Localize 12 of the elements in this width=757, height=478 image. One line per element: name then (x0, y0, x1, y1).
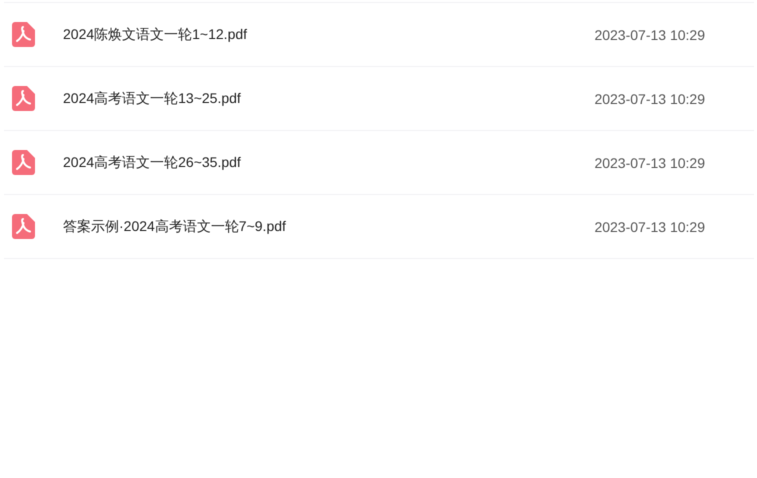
file-date: 2023-07-13 10:29 (594, 26, 705, 42)
file-name[interactable]: 2024高考语文一轮13~25.pdf (63, 90, 594, 108)
file-date: 2023-07-13 10:29 (594, 218, 705, 234)
pdf-file-icon (12, 150, 35, 175)
file-name[interactable]: 答案示例·2024高考语文一轮7~9.pdf (63, 218, 594, 236)
file-date: 2023-07-13 10:29 (594, 154, 705, 170)
file-name[interactable]: 2024陈焕文语文一轮1~12.pdf (63, 26, 594, 44)
pdf-file-icon (12, 214, 35, 239)
file-date: 2023-07-13 10:29 (594, 90, 705, 106)
pdf-file-icon (12, 86, 35, 111)
file-name[interactable]: 2024高考语文一轮26~35.pdf (63, 154, 594, 172)
pdf-file-icon (12, 22, 35, 47)
